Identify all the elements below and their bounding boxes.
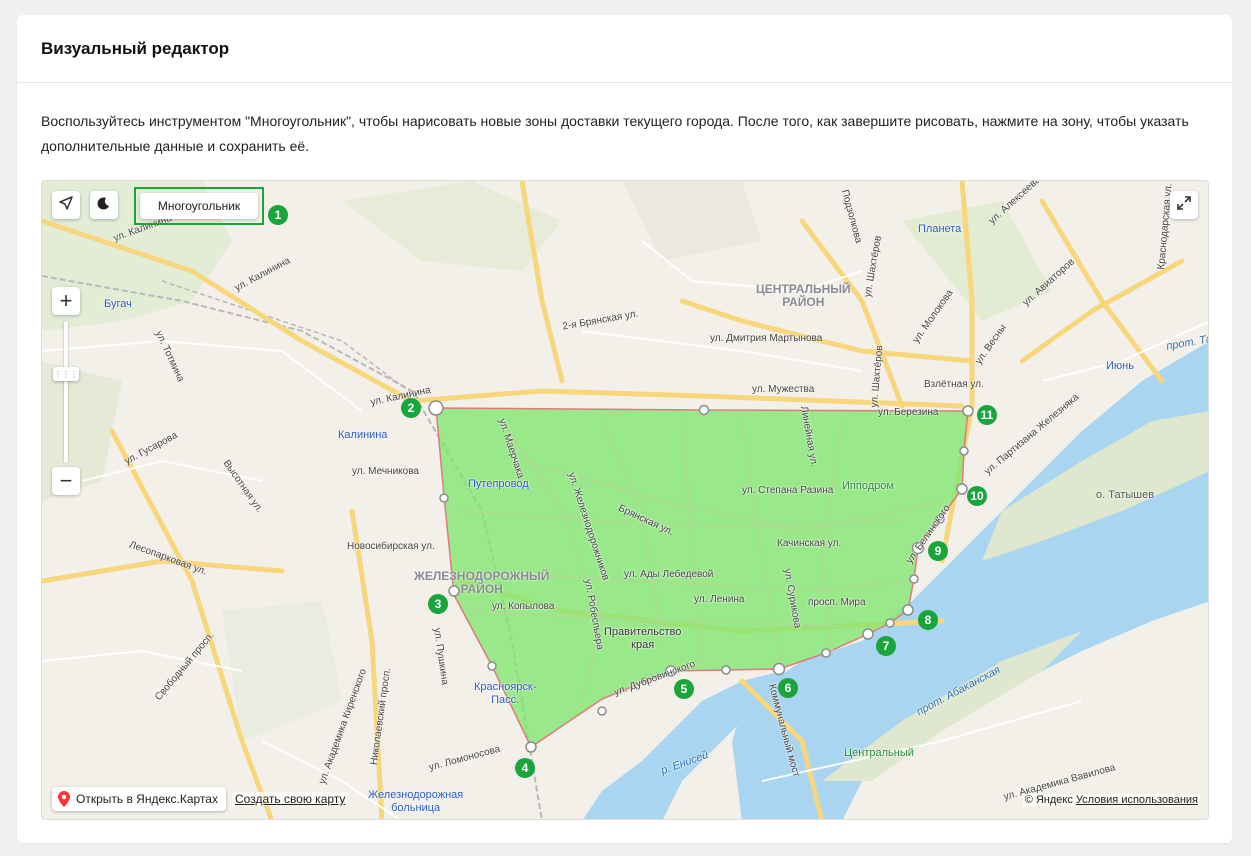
polygon-tool-highlight: Многоугольник (134, 187, 264, 225)
fullscreen-button[interactable] (1170, 191, 1198, 219)
street-label: ул. Степана Разина (742, 485, 834, 496)
street-label: ул. Ады Лебедевой (624, 569, 714, 580)
night-mode-button[interactable] (90, 191, 118, 219)
create-map-link[interactable]: Создать свою карту (232, 792, 349, 806)
street-label: Новосибирская ул. (347, 541, 435, 552)
badge-10: 10 (967, 486, 987, 506)
badge-9: 9 (928, 541, 948, 561)
moon-icon (97, 196, 111, 215)
zoom-in-button[interactable]: + (52, 287, 80, 315)
badge-3: 3 (428, 594, 448, 614)
arrow-icon (58, 195, 74, 216)
badge-6: 6 (778, 678, 798, 698)
zoom-slider-thumb[interactable]: ⋮⋮⋮ (53, 367, 79, 381)
poi-zhd-bolnitsa[interactable]: Железнодорожная больница (368, 789, 463, 815)
copyright-text: © Яндекс (1024, 794, 1073, 806)
instructions-text: Воспользуйтесь инструментом "Многоугольн… (41, 113, 1189, 154)
street-label: ул. Березина (878, 407, 939, 418)
badge-2: 2 (401, 398, 421, 418)
poi-kalinina[interactable]: Калинина (338, 429, 388, 441)
poi-tatyshev: о. Татышев (1096, 489, 1155, 501)
map-pin-icon (58, 791, 70, 807)
page-title: Визуальный редактор (41, 39, 230, 58)
poi-planeta[interactable]: Планета (918, 223, 961, 235)
poi-putevod[interactable]: Путепровод (468, 478, 529, 490)
polygon-tool-button[interactable]: Многоугольник (140, 193, 258, 219)
poi-krasnoyarsk-pass[interactable]: Красноярск- Пасс. (474, 681, 536, 707)
poi-ippodrom[interactable]: Ипподром (842, 480, 894, 492)
zoom-slider-track[interactable] (64, 321, 68, 463)
badge-11: 11 (977, 405, 997, 425)
badge-8: 8 (918, 610, 938, 630)
open-yandex-maps-button[interactable]: Открыть в Яндекс.Картах (52, 787, 226, 811)
terms-link[interactable]: Условия использования (1076, 794, 1198, 806)
street-label: ул. Дмитрия Мартынова (710, 333, 823, 344)
poi-tsentralny[interactable]: Центральный (844, 747, 914, 759)
district-central: ЦЕНТРАЛЬНЫЙ РАЙОН (756, 282, 851, 309)
street-label: ул. Мечникова (352, 466, 419, 477)
street-label: ул. Копылова (492, 601, 555, 612)
street-label: просп. Мира (808, 597, 866, 608)
open-yandex-label: Открыть в Яндекс.Картах (76, 792, 218, 806)
card-header: Визуальный редактор (17, 15, 1232, 83)
poi-bugach[interactable]: Бугач (104, 298, 132, 310)
geolocation-button[interactable] (52, 191, 80, 219)
copyright: © Яндекс Условия использования (1022, 794, 1200, 806)
badge-7: 7 (876, 636, 896, 656)
expand-icon (1177, 195, 1191, 215)
poi-pravitelstvo[interactable]: Правительство края (604, 626, 681, 652)
zoom-control: + ⋮⋮⋮ − (52, 287, 80, 497)
badge-5: 5 (674, 679, 694, 699)
street-label: ул. Мужества (752, 384, 815, 395)
badge-4: 4 (515, 758, 535, 778)
district-railway: ЖЕЛЕЗНОДОРОЖНЫЙ РАЙОН (414, 569, 550, 596)
zoom-out-button[interactable]: − (52, 467, 80, 495)
poi-vzletnaya: Взлётная ул. (924, 379, 984, 390)
map-container[interactable]: ЦЕНТРАЛЬНЫЙ РАЙОН ЖЕЛЕЗНОДОРОЖНЫЙ РАЙОН Бу… (41, 180, 1209, 820)
street-label: ул. Ленина (694, 594, 745, 605)
map-tiles[interactable] (42, 181, 1209, 820)
badge-1: 1 (268, 205, 288, 225)
poi-iyun[interactable]: Июнь (1106, 360, 1134, 372)
visual-editor-card: Визуальный редактор Воспользуйтесь инстр… (17, 15, 1232, 843)
street-label: Качинская ул. (777, 538, 842, 549)
